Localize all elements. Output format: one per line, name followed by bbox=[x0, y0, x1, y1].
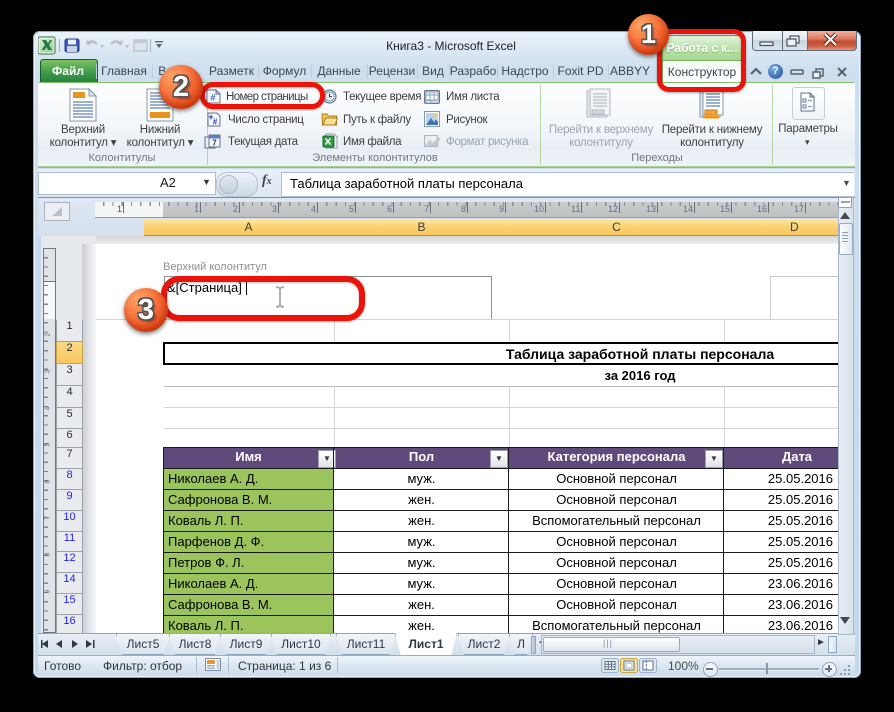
svg-text:7: 7 bbox=[212, 139, 217, 148]
svg-text:#: # bbox=[213, 118, 218, 127]
